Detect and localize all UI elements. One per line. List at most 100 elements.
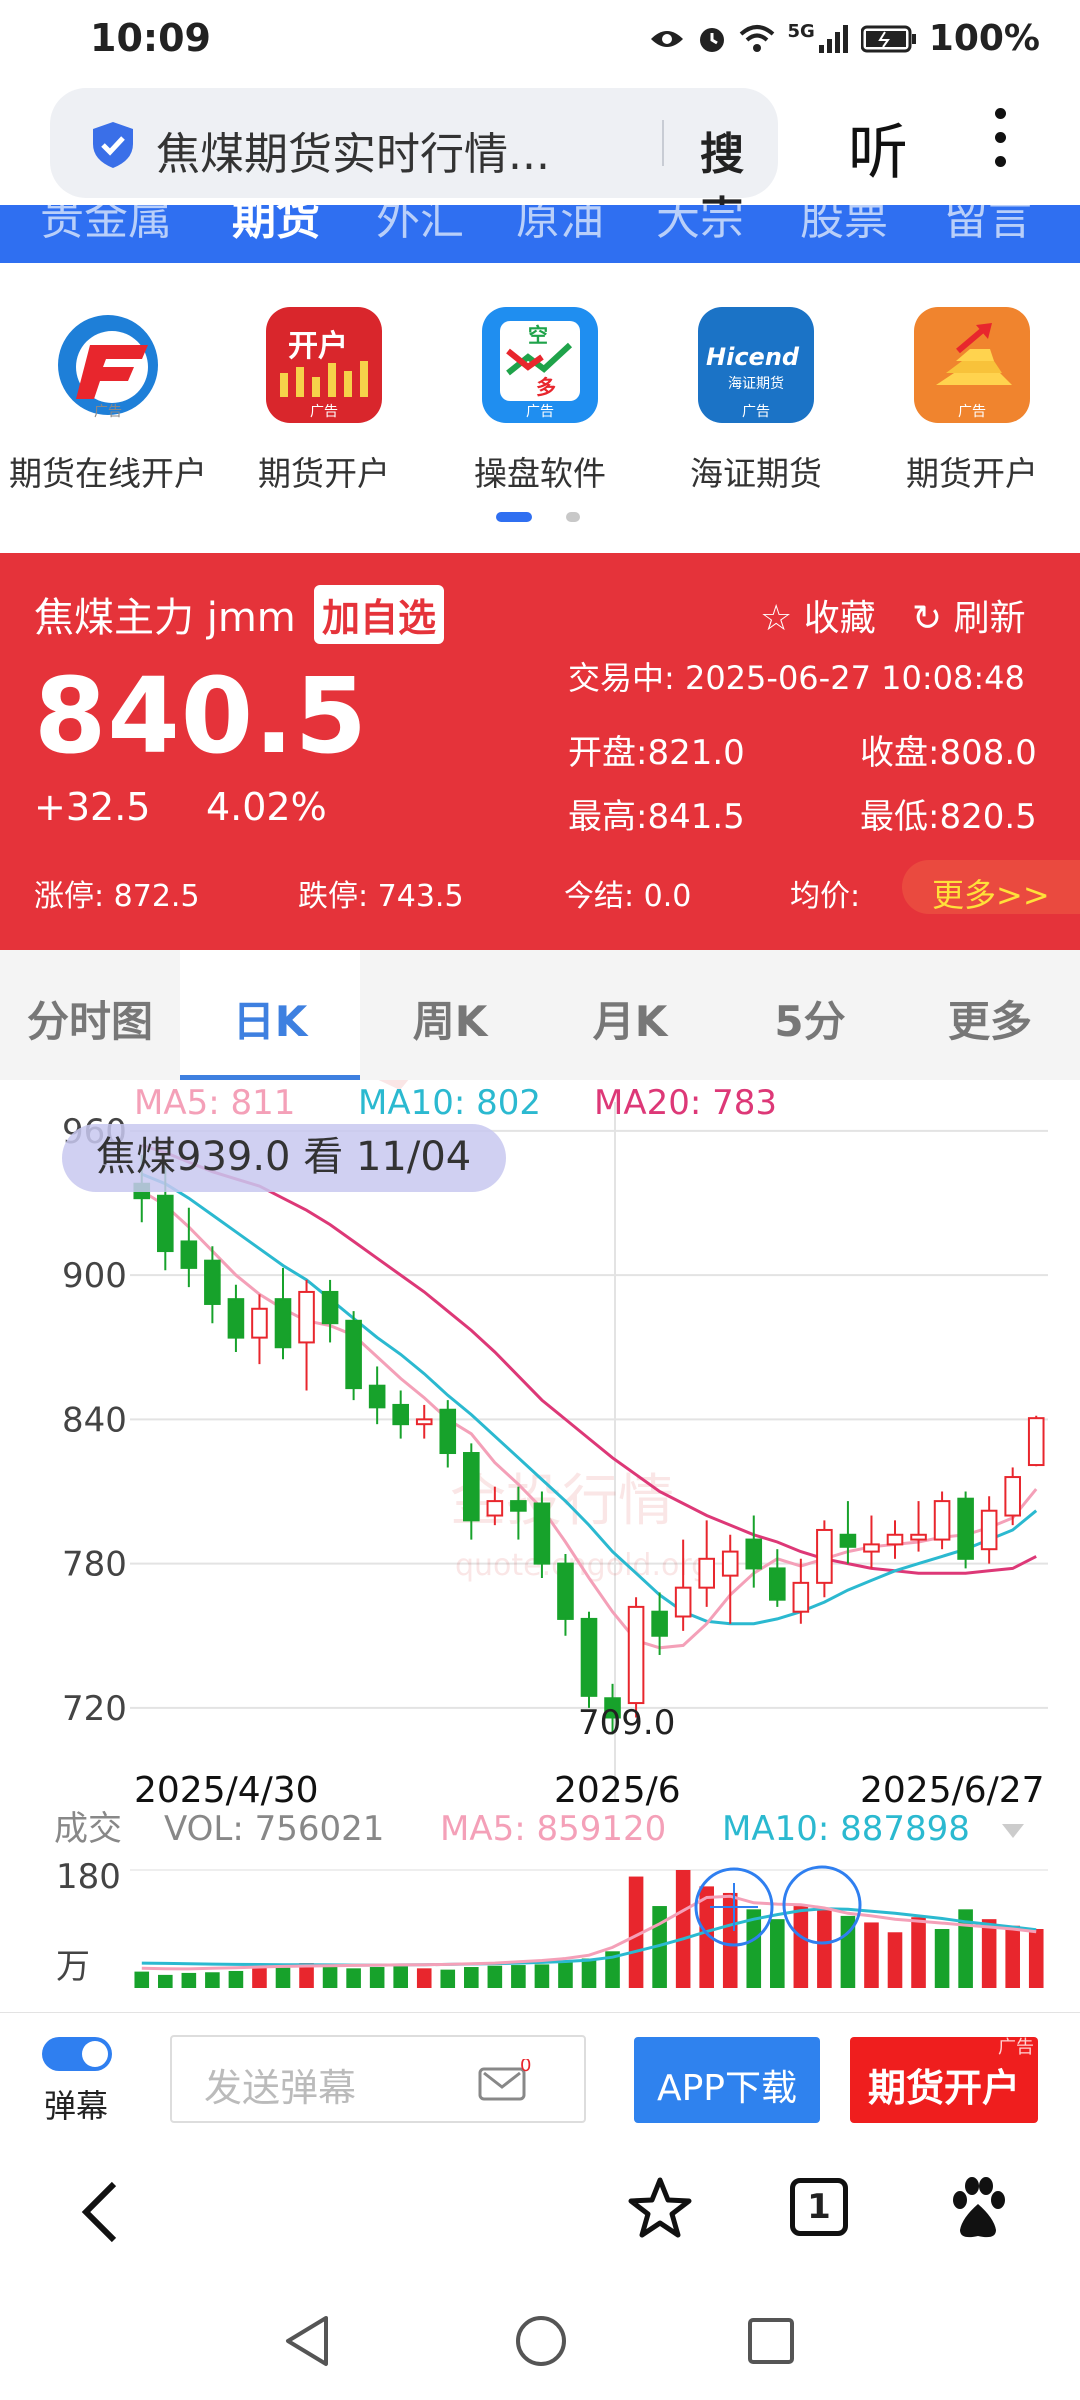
candle-down [392, 1403, 409, 1426]
volume-bar [770, 1919, 785, 1988]
ma20-label: MA20: 783 [594, 1083, 777, 1123]
add-watchlist-button[interactable]: 加自选 [314, 585, 445, 644]
volume-bar [369, 1967, 385, 1988]
volume-ytick-unit: 万 [56, 1947, 90, 1987]
star-icon[interactable] [628, 2176, 692, 2240]
listen-button[interactable]: 听 [848, 104, 908, 191]
candle-up [298, 1290, 315, 1344]
tab-more[interactable]: 更多 [900, 950, 1080, 1080]
nav-item-messages[interactable]: 留言 [944, 205, 1032, 247]
refresh-label: 刷新 [953, 598, 1026, 639]
volume-bar [134, 1971, 150, 1988]
system-nav-bar [0, 2284, 1080, 2400]
candle-down [439, 1408, 457, 1455]
candle-up [721, 1550, 739, 1577]
ad-tag: 广告 [998, 2037, 1034, 2058]
candle-up [415, 1418, 433, 1426]
candle-down [957, 1497, 974, 1560]
nav-item-crude-oil[interactable]: 原油 [516, 205, 604, 247]
tab-monthly-k[interactable]: 月K [540, 950, 720, 1080]
app-gold-account[interactable]: 广告 期货开户 [892, 295, 1052, 495]
nav-item-futures[interactable]: 期货 [232, 205, 320, 247]
volume-bar [416, 1968, 432, 1988]
status-bar: 10:09 5G 100% [0, 0, 1080, 80]
tab-5min[interactable]: 5分 [720, 950, 900, 1080]
app-trading-software[interactable]: 空 多 广告 操盘软件 [460, 295, 620, 495]
open-price: 开盘:821.0 [568, 733, 745, 773]
favorite-button[interactable]: ☆ 收藏 [760, 589, 876, 641]
candle-down [510, 1500, 527, 1512]
kline-svg[interactable]: 金投行情 quote.cngold.org 960900840780720 MA… [0, 972, 1080, 2010]
volume-ytick-top: 180 [56, 1857, 121, 1897]
nav-item-stocks[interactable]: 股票 [800, 205, 888, 247]
nav-item-forex[interactable]: 外汇 [376, 205, 464, 247]
tabs-button[interactable]: 1 [790, 2178, 848, 2236]
trading-status: 交易中: 2025-06-27 10:08:48 [568, 659, 1025, 697]
nav-item-commodities[interactable]: 大宗 [656, 205, 744, 247]
candle-up [863, 1543, 880, 1553]
open-account-button[interactable]: 期货开户 广告 [850, 2037, 1038, 2123]
tab-weekly-k[interactable]: 周K [360, 950, 540, 1080]
carousel-pager [496, 512, 592, 524]
system-back-icon[interactable] [282, 2314, 332, 2368]
mail-icon[interactable]: 0 [478, 2059, 534, 2103]
candle-down [180, 1240, 198, 1269]
danmu-toggle[interactable] [42, 2037, 112, 2071]
kline-chart[interactable]: 金投行情 quote.cngold.org 960900840780720 MA… [0, 972, 1080, 2010]
volume-bar [1028, 1929, 1044, 1988]
candle-down [839, 1533, 857, 1548]
signal-icon [818, 24, 848, 53]
wifi-icon [740, 24, 775, 52]
baidu-paw-icon[interactable] [946, 2174, 1010, 2242]
app-futures-online[interactable]: 广告 期货在线开户 [9, 295, 207, 495]
system-home-icon[interactable] [514, 2314, 568, 2368]
mail-count: 0 [520, 2059, 531, 2076]
volume-ma10-label: MA10: 887898 [722, 1809, 970, 1849]
more-menu-icon[interactable] [990, 108, 1010, 172]
tab-intraday[interactable]: 分时图 [0, 950, 180, 1080]
volume-ma5-label: MA5: 859120 [440, 1809, 666, 1849]
prev-close-price: 收盘:808.0 [860, 733, 1037, 773]
danmu-input[interactable]: 发送弹幕 0 [170, 2035, 586, 2123]
app-download-button[interactable]: APP下载 [634, 2037, 820, 2123]
settlement: 今结: 0.0 [564, 879, 692, 914]
volume-bar [487, 1965, 503, 1988]
more-quote-button[interactable]: 更多>> [902, 860, 1080, 914]
volume-bar [346, 1968, 361, 1988]
app-icon-text-top: 空 [528, 323, 548, 347]
volume-bar [511, 1965, 526, 1988]
volume-bar [558, 1961, 573, 1988]
y-axis-ticks: 960900840780720 [62, 1112, 127, 1729]
volume-bar [464, 1967, 479, 1988]
nav-item-precious-metals[interactable]: 贵金属 [40, 205, 172, 247]
app-open-account[interactable]: 开户 广告 期货开户 [244, 295, 404, 495]
candle-down [321, 1290, 339, 1325]
ad-tag: 广告 [742, 404, 770, 420]
candle-up [1027, 1417, 1045, 1467]
volume-bars [130, 1869, 1048, 1988]
system-recents-icon[interactable] [746, 2316, 796, 2366]
open-account-candle-icon: 开户 广告 [266, 307, 382, 423]
last-price: 840.5 [34, 655, 368, 777]
address-query[interactable]: 焦煤期货实时行情... [156, 118, 636, 182]
address-bar[interactable]: 焦煤期货实时行情... 搜索 [50, 88, 778, 244]
back-icon[interactable] [80, 2180, 120, 2244]
status-icons: 5G 100% [649, 18, 1040, 59]
app-hicend[interactable]: Hicend 海证期货 广告 海证期货 [676, 295, 836, 495]
limit-down: 跌停: 743.5 [298, 879, 464, 914]
tab-daily-k[interactable]: 日K [180, 950, 360, 1080]
hicend-logo-icon: Hicend 海证期货 广告 [698, 307, 814, 423]
candle-up [816, 1528, 833, 1584]
y-tick-label: 780 [62, 1545, 127, 1585]
refresh-button[interactable]: ↻ 刷新 [912, 589, 1026, 641]
star-icon: ☆ [760, 598, 793, 639]
candle-up [1004, 1476, 1021, 1517]
volume-bar [205, 1972, 220, 1988]
browser-toolbar: 1 [0, 2134, 1080, 2284]
y-tick-label: 840 [62, 1400, 127, 1440]
ad-tag: 广告 [94, 404, 122, 420]
candle-down [204, 1259, 221, 1305]
candle-down [580, 1617, 598, 1697]
volume-bar [864, 1922, 879, 1988]
low-price: 最低:820.5 [860, 797, 1037, 837]
